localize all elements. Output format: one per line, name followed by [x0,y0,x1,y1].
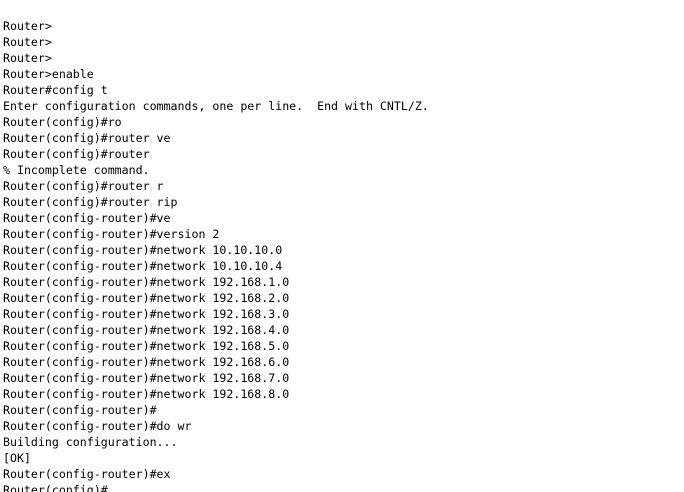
terminal-line: [OK] [3,451,31,465]
terminal-line: Router(config-router)#network 10.10.10.4 [3,259,283,273]
terminal-line: Router(config-router)#network 192.168.3.… [3,307,290,321]
terminal-prompt-line: Router(config)# [3,483,108,492]
terminal-line: Router>enable [3,67,94,81]
terminal-line: Router(config)#router ve [3,131,171,145]
terminal-line: Router(config)#router rip [3,195,178,209]
terminal-line: Router(config-router)#network 192.168.5.… [3,339,290,353]
terminal-line: % Incomplete command. [3,163,150,177]
terminal-line: Router#config t [3,83,108,97]
terminal-line: Router(config-router)#network 10.10.10.0 [3,243,283,257]
terminal-line: Router> [3,35,52,49]
terminal-output[interactable]: Router> Router> Router> Router>enable Ro… [3,18,681,492]
terminal-line: Router(config)#ro [3,115,122,129]
terminal-line: Router> [3,51,52,65]
terminal-line: Router(config)#router [3,147,150,161]
terminal-line: Router(config-router)#network 192.168.8.… [3,387,290,401]
terminal-line: Router(config)#router r [3,179,164,193]
terminal-line: Router(config-router)#ex [3,467,171,481]
terminal-line: Router(config-router)#network 192.168.6.… [3,355,290,369]
terminal-line: Router(config-router)#network 192.168.7.… [3,371,290,385]
terminal-line: Router(config-router)#network 192.168.1.… [3,275,290,289]
terminal-line: Router(config-router)#ve [3,211,171,225]
terminal-line: Router(config-router)# [3,403,157,417]
terminal-line: Router(config-router)#network 192.168.2.… [3,291,290,305]
terminal-line: Enter configuration commands, one per li… [3,99,429,113]
terminal-line: Router(config-router)#network 192.168.4.… [3,323,290,337]
terminal-line: Router(config-router)#do wr [3,419,192,433]
terminal-line: Router> [3,19,52,33]
terminal-line: Building configuration... [3,435,178,449]
terminal-line: Router(config-router)#version 2 [3,227,220,241]
